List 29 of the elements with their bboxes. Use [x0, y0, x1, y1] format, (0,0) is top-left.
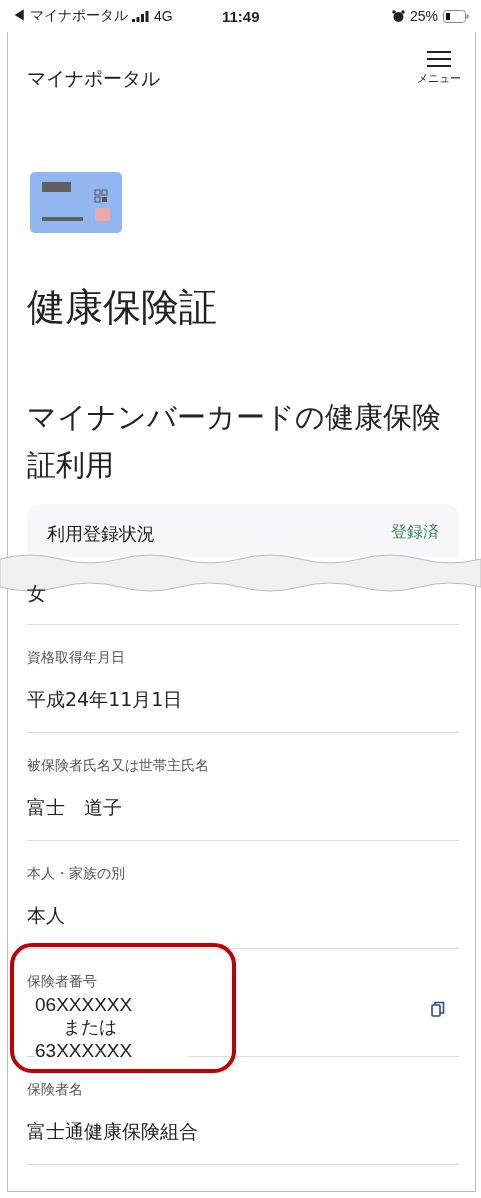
annotation-text: 06XXXXXX — [35, 993, 133, 1016]
field-value: 富士通健康保険組合 — [27, 1119, 198, 1144]
battery-percent: 25% — [409, 8, 438, 24]
clock-time: 11:49 — [222, 7, 260, 25]
card-icon — [30, 172, 122, 233]
alarm-icon — [391, 9, 405, 23]
menu-icon — [427, 50, 451, 68]
field-label: 被保険者氏名又は世帯主氏名 — [27, 756, 209, 775]
app-title: マイナポータル — [27, 66, 160, 91]
copy-icon[interactable] — [431, 1001, 445, 1020]
status-value: 登録済 — [391, 522, 439, 543]
field-value: 本人 — [27, 903, 65, 928]
back-app-link[interactable]: ◀ マイナポータル — [12, 7, 128, 25]
field-label: 保険者番号 — [27, 972, 97, 991]
section-title: マイナンバーカードの健康保険証利用 — [27, 399, 442, 484]
page-title: 健康保険証 — [27, 284, 218, 331]
annotation-text: 63XXXXXX — [35, 1039, 133, 1062]
status-label: 利用登録状況 — [47, 522, 155, 546]
battery-icon — [443, 9, 469, 23]
menu-button[interactable]: メニュー — [417, 50, 461, 86]
signal-icon — [131, 10, 150, 22]
field-value: 平成24年11月1日 — [27, 687, 183, 712]
carrier-text: 4G — [153, 8, 173, 24]
field-value: 女 — [27, 581, 46, 606]
field-label: 資格取得年月日 — [27, 648, 125, 667]
field-value: 富士 道子 — [27, 795, 122, 820]
annotation-text: または — [62, 1016, 118, 1039]
field-label: 保険者名 — [27, 1080, 83, 1099]
field-label: 本人・家族の別 — [27, 864, 125, 883]
